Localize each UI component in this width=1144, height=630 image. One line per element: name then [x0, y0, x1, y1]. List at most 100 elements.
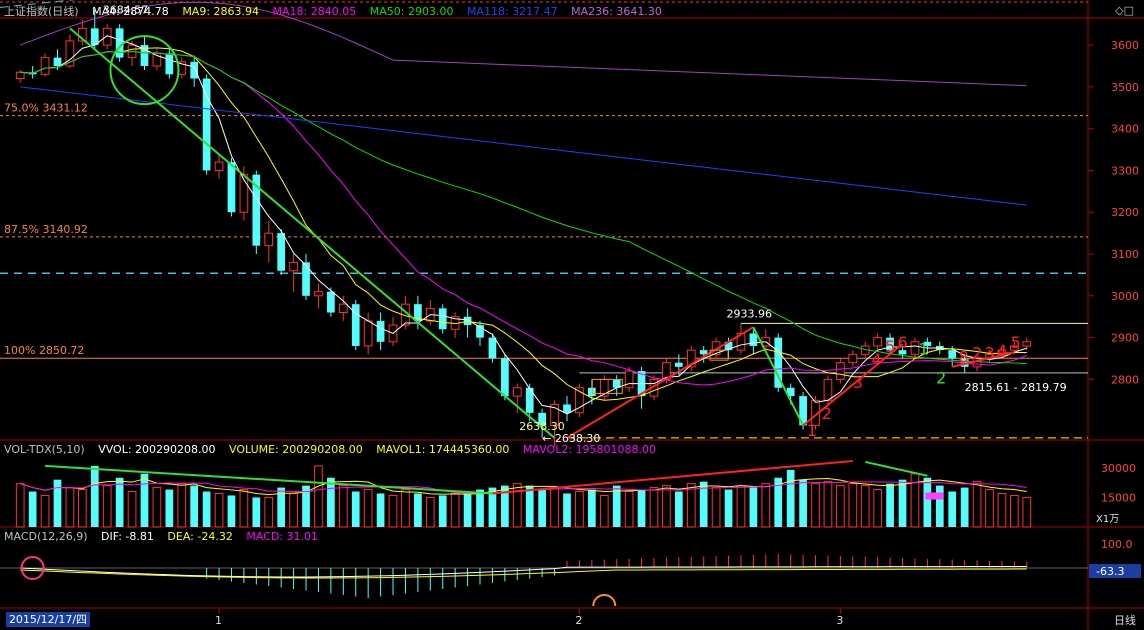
wave-label-red: 5 [885, 337, 895, 356]
volume-readout: VOLUME: 200290208.00 [229, 443, 363, 456]
ma118-readout: MA118: 3217.47 [466, 5, 558, 18]
volume-bar-up [264, 496, 274, 528]
volume-bar-down [463, 491, 472, 527]
volume-bar-down [190, 485, 199, 527]
fib-100-label: 100% 2850.72 [4, 344, 84, 357]
price-tick-label-3400: 3400 [1111, 123, 1139, 136]
candle-body-up [910, 341, 920, 355]
candle-body-up [314, 291, 323, 297]
volume-bar-down [637, 489, 646, 527]
candle-body-down [376, 320, 385, 342]
volume-bar-down [140, 473, 149, 527]
price-tick-label-3600: 3600 [1111, 39, 1139, 52]
volume-bar-up [239, 489, 249, 528]
cursor-date-label: 2015/12/17/四 [6, 612, 90, 627]
candle-body-down [948, 350, 957, 359]
ma9-readout: MA9: 2863.94 [182, 5, 260, 18]
macd-readout: MACD: 31.01 [246, 530, 318, 543]
volume-bar-down [53, 479, 62, 527]
price-tick-label-3500: 3500 [1111, 81, 1139, 94]
volume-bar-down [438, 495, 447, 527]
candle-body-up [873, 337, 883, 347]
vol-magenta-marker [925, 492, 944, 500]
volume-bar-up [860, 485, 870, 528]
price-tick-label-3100: 3100 [1111, 248, 1139, 261]
volume-bar-up [1022, 496, 1032, 528]
candle-body-down [525, 387, 534, 413]
candle-body-down [501, 358, 509, 397]
dea-readout: DEA: -24.32 [167, 530, 233, 543]
ma50-readout: MA50: 2903.00 [369, 5, 454, 18]
volume-bar-up [985, 489, 994, 528]
x-tick-label-3: 3 [836, 614, 843, 627]
volume-bar-down [960, 487, 969, 527]
chart-title: 上证指数(日线) [4, 5, 79, 18]
volume-bar-down [90, 465, 99, 527]
volume-bar-down [948, 491, 957, 527]
candle-body-down [563, 404, 571, 413]
volume-bar-up [289, 492, 298, 528]
volume-bar-up [15, 483, 25, 528]
wave-label-red: 2 [972, 344, 982, 363]
candle-body-down [699, 350, 708, 355]
volume-bar-up [388, 494, 398, 528]
volume-bar-up [65, 487, 75, 528]
volume-bar-up [425, 496, 435, 528]
candle-body-up [512, 387, 522, 397]
volume-bar-up [649, 487, 659, 528]
candle-body-down [53, 57, 62, 66]
candle-body-up [823, 378, 833, 401]
candle-body-up [836, 362, 845, 380]
volume-title: VOL-TDX(5,10) [4, 443, 85, 456]
volume-bar-up [811, 483, 820, 528]
volume-bar-down [327, 477, 335, 527]
macd-tick-label-100: 100.0 [1101, 538, 1133, 551]
volume-bar-up [40, 494, 50, 528]
candle-body-up [848, 353, 858, 364]
peak-price-annotation: 2933.96 [727, 307, 773, 320]
candle-body-up [1022, 341, 1032, 347]
volume-header: VOL-TDX(5,10) VVOL: 200290208.00 VOLUME:… [4, 443, 666, 457]
volume-bar-up [450, 492, 460, 528]
price-tick-label-2900: 2900 [1111, 332, 1139, 345]
volume-bar-up [873, 489, 883, 528]
wave-label-red: 3 [853, 373, 863, 392]
candle-body-up [15, 71, 25, 80]
volume-bar-down [898, 479, 907, 527]
ma236-readout: MA236: 3641.30 [571, 5, 662, 18]
volume-bar-down [923, 477, 932, 527]
volume-bar-up [711, 487, 721, 528]
volume-bar-up [823, 481, 833, 528]
wave-label-red: 2 [822, 404, 832, 423]
volume-bar-down [563, 493, 571, 527]
price-tick-label-3000: 3000 [1111, 290, 1139, 303]
volume-bar-down [724, 489, 733, 527]
window-control-icons[interactable]: ◇□ [1115, 4, 1134, 17]
candle-body-down [302, 262, 310, 296]
volume-bar-up [575, 491, 584, 528]
volume-bar-down [525, 485, 534, 527]
macd-title: MACD(12,26,9) [4, 530, 88, 543]
dif-readout: DIF: -8.81 [101, 530, 154, 543]
candle-body-up [264, 232, 274, 247]
volume-bar-up [761, 483, 771, 528]
period-label[interactable]: 日线 [1114, 612, 1136, 628]
volume-bar-down [587, 489, 596, 527]
vol-tick-label-15000: 15000 [1101, 491, 1136, 504]
wave-label-red: 8 [958, 348, 968, 367]
volume-bar-down [376, 493, 385, 527]
macd-current-value: -63.3 [1096, 565, 1124, 578]
main-header: 上证指数(日线) MA4: 2874.78 MA9: 2863.94 MA18:… [4, 5, 672, 19]
volume-bar-down [786, 469, 795, 527]
volume-bar-up [152, 487, 162, 528]
volume-bar-down [414, 493, 422, 527]
wave-label-red: 1 [807, 421, 817, 440]
volume-bar-up [314, 465, 323, 528]
candle-body-down [202, 78, 211, 171]
price-tick-label-2800: 2800 [1111, 373, 1139, 386]
candle-body-down [438, 308, 447, 330]
volume-bar-up [624, 491, 634, 528]
volume-bar-down [351, 491, 360, 527]
volume-bar-up [662, 485, 671, 528]
volume-bar-up [836, 485, 845, 528]
